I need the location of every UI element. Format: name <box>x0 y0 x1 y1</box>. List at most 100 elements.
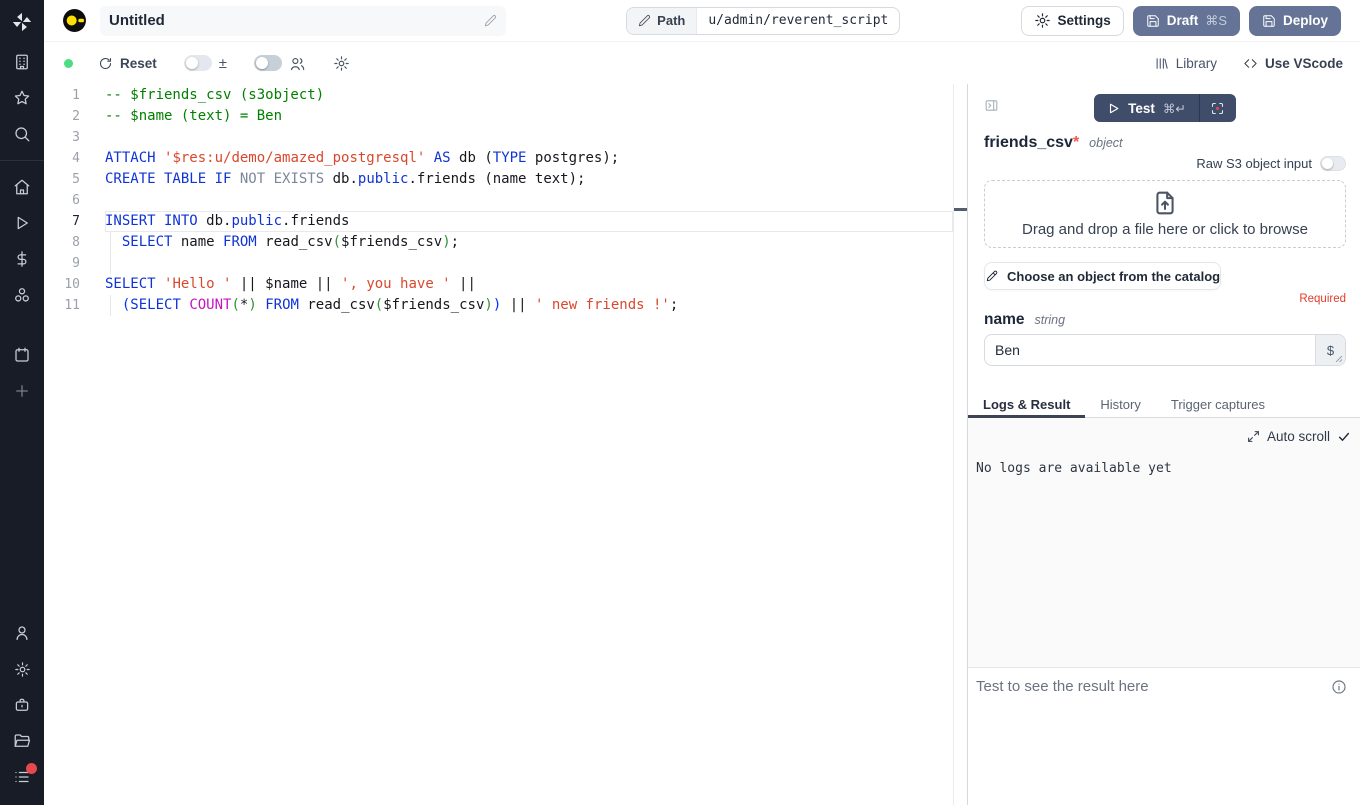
auto-scroll-check-icon[interactable] <box>1337 430 1351 444</box>
code-line-1[interactable]: 1-- $friends_csv (s3object) <box>44 85 953 106</box>
sidebar-item-home[interactable] <box>0 169 44 205</box>
duckdb-language-icon <box>62 8 87 33</box>
favorites-icon <box>13 89 31 107</box>
workspace-icon <box>13 53 31 71</box>
sidebar-item-settings[interactable] <box>0 651 44 687</box>
code-line-2[interactable]: 2-- $name (text) = Ben <box>44 106 953 127</box>
sidebar-item-workspace[interactable] <box>0 44 44 80</box>
diff-toggle-group: ± <box>184 55 227 72</box>
line-number: 11 <box>44 295 105 316</box>
run-panel-tabs: Logs & Result History Trigger captures <box>968 392 1360 418</box>
settings-icon <box>14 661 31 678</box>
info-icon[interactable] <box>1331 679 1347 695</box>
collapse-panel-icon[interactable] <box>984 98 999 113</box>
use-vscode-button[interactable]: Use VScode <box>1243 56 1343 71</box>
windmill-logo-icon[interactable] <box>0 0 44 44</box>
resize-grip-icon[interactable] <box>1335 355 1343 363</box>
collab-toggle[interactable] <box>254 55 282 71</box>
edit-title-pencil-icon[interactable] <box>484 14 497 27</box>
home-icon <box>13 178 31 196</box>
sidebar-item-folders[interactable] <box>0 723 44 759</box>
draft-button[interactable]: Draft ⌘S <box>1133 6 1240 36</box>
sidebar-item-workers[interactable] <box>0 687 44 723</box>
name-input-wrapper: $ <box>984 334 1346 366</box>
deploy-button[interactable]: Deploy <box>1249 6 1341 36</box>
create-icon <box>13 382 31 400</box>
editor-toolbar: Reset ± Library Use VScode <box>44 42 1360 84</box>
arg-type-object: object <box>1089 136 1122 150</box>
line-number: 5 <box>44 169 105 190</box>
collab-toggle-group <box>254 55 306 72</box>
line-number: 9 <box>44 253 105 274</box>
code-line-5[interactable]: 5CREATE TABLE IF NOT EXISTS db.public.fr… <box>44 169 953 190</box>
dropzone-label: Drag and drop a file here or click to br… <box>1022 221 1308 238</box>
sidebar-item-search[interactable] <box>0 116 44 152</box>
code-line-8[interactable]: 8 SELECT name FROM read_csv($friends_csv… <box>44 232 953 253</box>
workers-icon <box>13 696 31 714</box>
sidebar-item-create[interactable] <box>0 373 44 409</box>
sidebar-item-audit-logs[interactable] <box>0 759 44 795</box>
sidebar-top-group <box>0 44 44 152</box>
runs-icon <box>13 214 31 232</box>
code-line-9[interactable]: 9 <box>44 253 953 274</box>
line-number: 7 <box>44 211 105 232</box>
sidebar-item-schedules[interactable] <box>0 337 44 373</box>
arg-type-string: string <box>1035 313 1066 327</box>
choose-object-button[interactable]: Choose an object from the catalog <box>984 262 1221 290</box>
editor-settings-gear-icon[interactable] <box>333 55 350 72</box>
vscode-icon <box>1243 56 1258 71</box>
arg-name-friends-csv: friends_csv* <box>984 134 1079 152</box>
code-lines[interactable]: 1-- $friends_csv (s3object)2-- $name (te… <box>44 84 953 805</box>
code-line-6[interactable]: 6 <box>44 190 953 211</box>
required-label: Required <box>984 293 1346 307</box>
account-icon <box>13 624 31 642</box>
code-editor[interactable]: 1-- $friends_csv (s3object)2-- $name (te… <box>44 84 967 805</box>
code-line-10[interactable]: 10SELECT 'Hello ' || $name || ', you hav… <box>44 274 953 295</box>
sidebar-item-account[interactable] <box>0 615 44 651</box>
line-number: 10 <box>44 274 105 295</box>
sidebar-item-runs[interactable] <box>0 205 44 241</box>
sidebar-item-resources[interactable] <box>0 277 44 313</box>
edit-path-pencil-icon <box>638 14 651 27</box>
logs-pane: Auto scroll No logs are available yet <box>968 418 1360 667</box>
diff-toggle[interactable] <box>184 55 212 71</box>
file-dropzone[interactable]: Drag and drop a file here or click to br… <box>984 180 1346 248</box>
library-button[interactable]: Library <box>1154 56 1217 71</box>
editor-overview-ruler[interactable] <box>953 84 967 805</box>
sidebar-item-variables[interactable] <box>0 241 44 277</box>
raw-s3-label: Raw S3 object input <box>1196 156 1312 171</box>
folders-icon <box>13 732 31 750</box>
expand-logs-icon[interactable] <box>1247 430 1260 443</box>
tab-trigger-captures[interactable]: Trigger captures <box>1156 392 1280 417</box>
code-line-3[interactable]: 3 <box>44 127 953 148</box>
path-label: Path <box>657 13 685 28</box>
path-pill[interactable]: Path u/admin/reverent_script <box>626 7 900 35</box>
script-title-box[interactable]: Untitled <box>100 6 506 36</box>
code-line-7[interactable]: 7INSERT INTO db.public.friends <box>44 211 953 232</box>
library-icon <box>1154 56 1169 71</box>
test-button[interactable]: Test ⌘↵ <box>1094 94 1199 122</box>
pipette-icon <box>985 269 999 283</box>
cursor-position-marker <box>954 208 967 211</box>
save-icon <box>1262 14 1276 28</box>
reset-button[interactable]: Reset <box>98 56 157 71</box>
search-icon <box>13 125 31 143</box>
name-input[interactable] <box>985 335 1315 365</box>
tab-history[interactable]: History <box>1085 392 1155 417</box>
result-placeholder: Test to see the result here <box>976 678 1331 695</box>
code-line-11[interactable]: 11 (SELECT COUNT(*) FROM read_csv($frien… <box>44 295 953 316</box>
tab-logs-result[interactable]: Logs & Result <box>968 392 1085 417</box>
line-number: 2 <box>44 106 105 127</box>
capture-icon <box>1210 101 1225 116</box>
topbar: Untitled Path u/admin/reverent_script Se… <box>44 0 1360 42</box>
line-number: 6 <box>44 190 105 211</box>
settings-button[interactable]: Settings <box>1021 6 1124 36</box>
raw-s3-toggle[interactable] <box>1320 156 1346 171</box>
code-line-4[interactable]: 4ATTACH '$res:u/demo/amazed_postgresql' … <box>44 148 953 169</box>
sidebar-item-favorites[interactable] <box>0 80 44 116</box>
status-dot <box>64 59 73 68</box>
line-number: 8 <box>44 232 105 253</box>
line-number: 3 <box>44 127 105 148</box>
resources-icon <box>13 286 31 304</box>
capture-button[interactable] <box>1200 94 1236 122</box>
